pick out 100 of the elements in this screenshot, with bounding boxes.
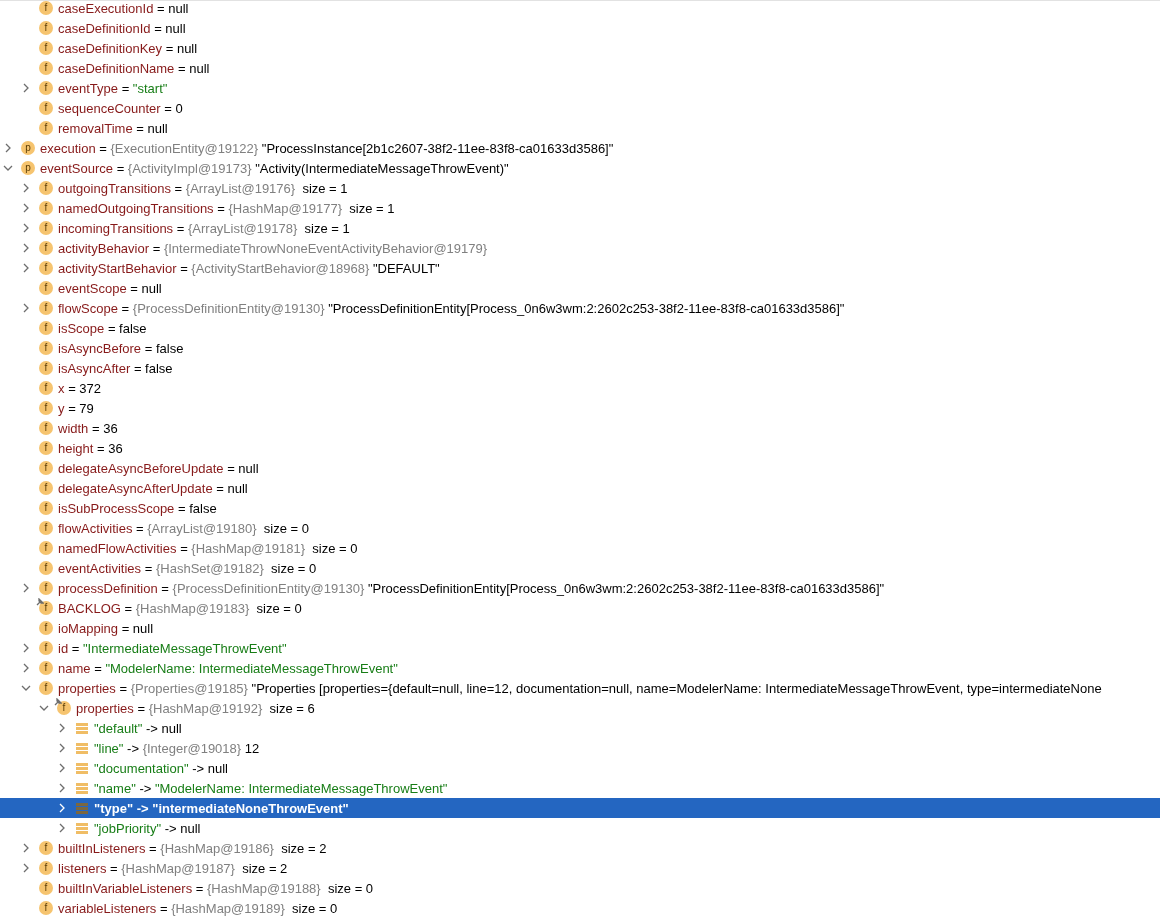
field-icon: f <box>39 381 53 395</box>
tree-row[interactable]: f incomingTransitions = {ArrayList@19178} size = 1 <box>0 218 1160 238</box>
tree-row[interactable]: f isAsyncBefore = false <box>0 338 1160 358</box>
variable-entry: outgoingTransitions = {ArrayList@19176} size = 1 <box>58 180 348 196</box>
tree-row[interactable]: f flowActivities = {ArrayList@19180} size = 0 <box>0 518 1160 538</box>
variable-entry: ioMapping = null <box>58 620 154 636</box>
variable-entry: isSubProcessScope = false <box>58 500 217 516</box>
tree-row[interactable]: f BACKLOG = {HashMap@19183} size = 0 <box>0 598 1160 618</box>
tree-row[interactable]: f variableListeners = {HashMap@19189} size = 0 <box>0 898 1160 917</box>
map-entry-icon <box>76 822 88 834</box>
variable-entry: eventScope = null <box>58 280 162 296</box>
field-icon: f <box>39 621 53 635</box>
variable-entry: "name" -> "ModelerName: IntermediateMessageThrowEvent" <box>94 780 448 796</box>
field-icon: f <box>39 841 53 855</box>
field-icon: f <box>39 881 53 895</box>
tree-row[interactable]: f caseDefinitionKey = null <box>0 38 1160 58</box>
map-entry-icon <box>76 742 88 754</box>
tree-row[interactable]: f isAsyncAfter = false <box>0 358 1160 378</box>
tree-row[interactable]: f name = "ModelerName: IntermediateMessageThrowEvent" <box>0 658 1160 678</box>
tree-row[interactable]: "documentation" -> null <box>0 758 1160 778</box>
tree-row[interactable]: f activityStartBehavior = {ActivityStartBehavior@18968} "DEFAULT" <box>0 258 1160 278</box>
variable-entry: "type" -> "intermediateNoneThrowEvent" <box>94 800 349 816</box>
field-icon: f <box>39 901 53 915</box>
field-icon: f <box>39 221 53 235</box>
tree-row[interactable]: f properties = {Properties@19185} "Properties [properties={default=null, line=12, documentation=null, name=ModelerName: IntermediateMessageThrowEvent, type=intermediateNone <box>0 678 1160 698</box>
variable-entry: builtInListeners = {HashMap@19186} size = 2 <box>58 840 327 856</box>
variable-entry: caseDefinitionId = null <box>58 20 186 36</box>
tree-row[interactable]: f namedOutgoingTransitions = {HashMap@19177} size = 1 <box>0 198 1160 218</box>
field-icon: f <box>39 561 53 575</box>
variable-entry: x = 372 <box>58 380 102 396</box>
tree-row[interactable]: f eventScope = null <box>0 278 1160 298</box>
tree-row[interactable]: f delegateAsyncAfterUpdate = null <box>0 478 1160 498</box>
variable-entry: id = "IntermediateMessageThrowEvent" <box>58 640 287 656</box>
field-icon: f <box>39 101 53 115</box>
field-icon: f <box>39 41 53 55</box>
field-icon: f <box>39 441 53 455</box>
tree-row[interactable]: f caseDefinitionId = null <box>0 18 1160 38</box>
tree-row[interactable]: f delegateAsyncBeforeUpdate = null <box>0 458 1160 478</box>
variable-entry: namedOutgoingTransitions = {HashMap@19177} size = 1 <box>58 200 395 216</box>
tree-row[interactable]: f caseExecutionId = null <box>0 1 1160 18</box>
field-icon: f <box>39 421 53 435</box>
field-icon: f <box>39 581 53 595</box>
variable-entry: listeners = {HashMap@19187} size = 2 <box>58 860 288 876</box>
variable-entry: builtInVariableListeners = {HashMap@19188} size = 0 <box>58 880 374 896</box>
variable-entry: removalTime = null <box>58 120 168 136</box>
field-icon: f <box>39 661 53 675</box>
tree-row[interactable]: f listeners = {HashMap@19187} size = 2 <box>0 858 1160 878</box>
tree-row[interactable]: "name" -> "ModelerName: IntermediateMessageThrowEvent" <box>0 778 1160 798</box>
variable-entry: caseExecutionId = null <box>58 1 189 16</box>
tree-row[interactable]: f x = 372 <box>0 378 1160 398</box>
tree-row[interactable]: f namedFlowActivities = {HashMap@19181} size = 0 <box>0 538 1160 558</box>
tree-row[interactable]: f eventActivities = {HashSet@19182} size = 0 <box>0 558 1160 578</box>
tree-row[interactable]: f properties = {HashMap@19192} size = 6 <box>0 698 1160 718</box>
tree-row[interactable]: f ioMapping = null <box>0 618 1160 638</box>
field-icon: f <box>39 201 53 215</box>
tree-row[interactable]: f removalTime = null <box>0 118 1160 138</box>
field-icon: f <box>39 461 53 475</box>
field-icon: f <box>57 701 71 715</box>
variable-entry: activityStartBehavior = {ActivityStartBehavior@18968} "DEFAULT" <box>58 260 440 276</box>
tree-row[interactable]: p execution = {ExecutionEntity@19122} "ProcessInstance[2b1c2607-38f2-11ee-83f8-ca01633d3586]" <box>0 138 1160 158</box>
field-icon: f <box>39 121 53 135</box>
tree-row[interactable]: "line" -> {Integer@19018} 12 <box>0 738 1160 758</box>
tree-row[interactable]: f outgoingTransitions = {ArrayList@19176} size = 1 <box>0 178 1160 198</box>
tree-row[interactable]: "default" -> null <box>0 718 1160 738</box>
tree-row[interactable]: f id = "IntermediateMessageThrowEvent" <box>0 638 1160 658</box>
tree-row[interactable]: f eventType = "start" <box>0 78 1160 98</box>
field-icon: f <box>39 181 53 195</box>
tree-row[interactable]: f flowScope = {ProcessDefinitionEntity@19130} "ProcessDefinitionEntity[Process_0n6w3wm:2:2602c253-38f2-11ee-83f8-ca01633d3586]" <box>0 298 1160 318</box>
variable-entry: flowActivities = {ArrayList@19180} size = 0 <box>58 520 309 536</box>
field-icon: f <box>39 501 53 515</box>
variable-entry: namedFlowActivities = {HashMap@19181} size = 0 <box>58 540 358 556</box>
tree-row[interactable]: "type" -> "intermediateNoneThrowEvent" <box>0 798 1160 818</box>
tree-row[interactable]: f y = 79 <box>0 398 1160 418</box>
field-icon: f <box>39 1 53 15</box>
variable-entry: width = 36 <box>58 420 118 436</box>
tree-row[interactable]: f activityBehavior = {IntermediateThrowNoneEventActivityBehavior@19179} <box>0 238 1160 258</box>
tree-row[interactable]: "jobPriority" -> null <box>0 818 1160 838</box>
variable-entry: caseDefinitionName = null <box>58 60 210 76</box>
variable-entry: "documentation" -> null <box>94 760 228 776</box>
tree-row[interactable]: f caseDefinitionName = null <box>0 58 1160 78</box>
variable-entry: incomingTransitions = {ArrayList@19178} size = 1 <box>58 220 350 236</box>
tree-row[interactable]: f height = 36 <box>0 438 1160 458</box>
tree-row[interactable]: f width = 36 <box>0 418 1160 438</box>
variable-entry: properties = {HashMap@19192} size = 6 <box>76 700 315 716</box>
tree-row[interactable]: f builtInListeners = {HashMap@19186} size = 2 <box>0 838 1160 858</box>
variable-entry: name = "ModelerName: IntermediateMessageThrowEvent" <box>58 660 398 676</box>
map-entry-icon <box>76 722 88 734</box>
tree-row[interactable]: f sequenceCounter = 0 <box>0 98 1160 118</box>
tree-row[interactable]: f builtInVariableListeners = {HashMap@19188} size = 0 <box>0 878 1160 898</box>
tree-row[interactable]: f processDefinition = {ProcessDefinitionEntity@19130} "ProcessDefinitionEntity[Process_0n6w3wm:2:2602c253-38f2-11ee-83f8-ca01633d3586]" <box>0 578 1160 598</box>
tree-row[interactable]: p eventSource = {ActivityImpl@19173} "Activity(IntermediateMessageThrowEvent)" <box>0 158 1160 178</box>
variable-entry: activityBehavior = {IntermediateThrowNoneEventActivityBehavior@19179} <box>58 240 488 256</box>
field-icon: f <box>39 241 53 255</box>
field-icon: f <box>39 21 53 35</box>
tree-row[interactable]: f isSubProcessScope = false <box>0 498 1160 518</box>
variable-entry: eventSource = {ActivityImpl@19173} "Activity(IntermediateMessageThrowEvent)" <box>40 160 509 176</box>
variable-entry: variableListeners = {HashMap@19189} size = 0 <box>58 900 338 916</box>
tree-row[interactable]: f isScope = false <box>0 318 1160 338</box>
variable-entry: "line" -> {Integer@19018} 12 <box>94 740 260 756</box>
field-icon: f <box>39 361 53 375</box>
